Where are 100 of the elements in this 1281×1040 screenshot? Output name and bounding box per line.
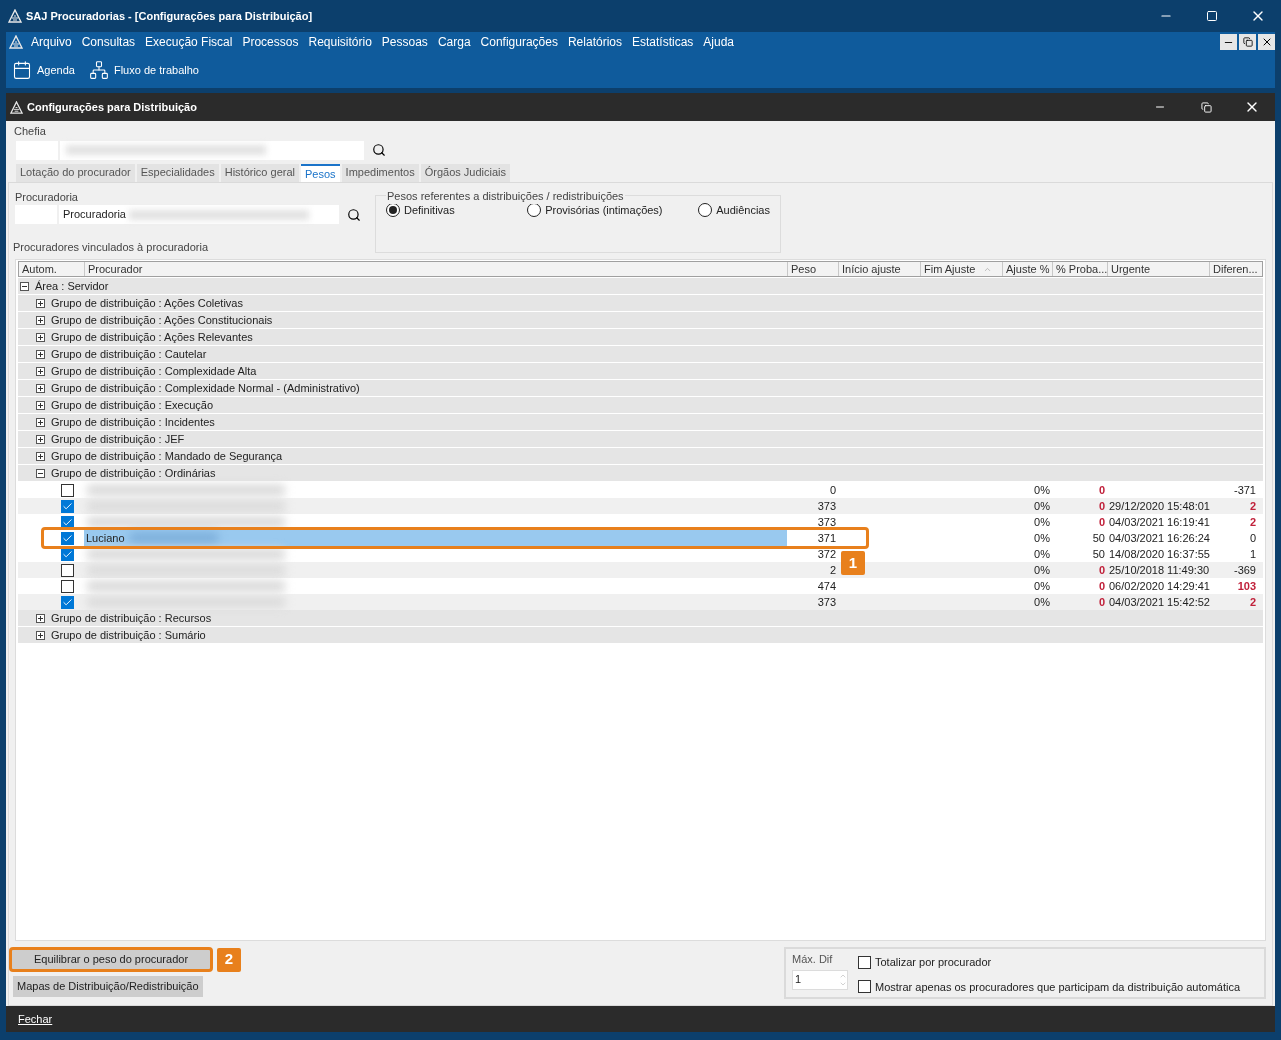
tree-node-label[interactable]: Grupo de distribuição : Complexidade Alta [51, 362, 257, 380]
procuradoria-field[interactable]: Procuradoria [59, 205, 339, 224]
column-header[interactable]: Peso [787, 262, 838, 276]
expand-icon[interactable] [36, 613, 45, 623]
tree-node-label[interactable]: Grupo de distribuição : Mandado de Segurança [51, 447, 283, 465]
menu-item[interactable]: Ajuda [698, 33, 740, 51]
table-cell-text: Luciano [86, 530, 125, 546]
table-cell: 0% [1034, 483, 1050, 496]
tree-node-label[interactable]: Grupo de distribuição : Ações Relevantes [51, 328, 253, 346]
menu-item[interactable]: Pessoas [376, 33, 433, 51]
field-label: Chefia [14, 124, 47, 139]
column-header[interactable]: Procurador [84, 262, 787, 276]
spin-field[interactable]: 1 [792, 969, 848, 990]
table-cell: 0 [1249, 531, 1256, 544]
restore-icon [1200, 101, 1212, 113]
tab[interactable]: Lotação do procurador [16, 163, 135, 182]
column-header[interactable]: Autom. [19, 262, 84, 276]
tree-node-label[interactable]: Grupo de distribuição : Ordinárias [51, 464, 216, 482]
callout-badge: 1 [841, 551, 865, 575]
restore-icon [1242, 37, 1253, 47]
tree-node-label[interactable]: Grupo de distribuição : Recursos [51, 609, 212, 627]
column-header[interactable]: Urgente [1107, 262, 1209, 276]
checkbox[interactable] [61, 579, 74, 593]
tab[interactable]: Especialidades [136, 163, 219, 182]
tree-node-label[interactable]: Grupo de distribuição : Incidentes [51, 413, 215, 431]
tree-node-label[interactable]: Grupo de distribuição : Ações Constitucionais [51, 311, 273, 329]
action-button[interactable]: Mapas de Distribuição/Redistribuição [13, 976, 203, 997]
table-cell: 0 [829, 483, 836, 496]
menu-item[interactable]: Processos [237, 33, 304, 51]
expand-icon[interactable] [36, 434, 45, 444]
menu-item[interactable]: Arquivo [26, 33, 77, 51]
expand-icon[interactable] [36, 451, 45, 461]
section-label: Procuradores vinculados à procuradoria [13, 239, 210, 255]
window-title: Configurações para Distribuição [27, 99, 198, 115]
checkbox[interactable] [61, 531, 74, 545]
expand-icon[interactable] [36, 349, 45, 359]
table-cell: 29/12/2020 15:48:01 [1109, 499, 1210, 512]
menu-item[interactable]: Execução Fiscal [140, 33, 238, 51]
tree-node-label[interactable]: Grupo de distribuição : Sumário [51, 626, 206, 644]
flowchart-icon [88, 60, 109, 80]
column-header[interactable]: Fim Ajuste [920, 262, 1002, 276]
expand-icon[interactable] [36, 417, 45, 427]
tree-node-label[interactable]: Grupo de distribuição : Ações Coletivas [51, 294, 243, 312]
expand-icon[interactable] [36, 366, 45, 376]
radio-button[interactable] [698, 202, 713, 217]
callout-badge: 2 [217, 947, 241, 972]
expand-icon[interactable] [36, 315, 45, 325]
checkbox[interactable] [61, 563, 74, 577]
menu-item[interactable]: Consultas [76, 33, 141, 51]
logo-icon [10, 100, 23, 114]
table-cell: 2 [1249, 595, 1256, 608]
tree-node-label[interactable]: Grupo de distribuição : JEF [51, 430, 185, 448]
search-icon[interactable] [347, 207, 361, 222]
checkbox[interactable] [61, 499, 74, 513]
menu-item[interactable]: Estatísticas [627, 33, 699, 51]
table-row[interactable]: 373 0% 0 04/03/2021 15:42:52 2 [18, 594, 1263, 610]
checkbox[interactable] [858, 980, 871, 994]
field-label: Máx. Dif [792, 952, 834, 967]
checkbox[interactable] [858, 955, 871, 969]
restore-button[interactable] [1239, 34, 1256, 50]
menu-item[interactable]: Requisitório [303, 33, 377, 51]
table-cell: 0% [1034, 547, 1050, 560]
checkbox[interactable] [61, 595, 74, 609]
menu-item[interactable]: Configurações [475, 33, 563, 51]
table-cell: 373 [817, 595, 836, 608]
tab[interactable]: Pesos [301, 163, 340, 182]
close-button[interactable]: Fechar [18, 1010, 53, 1028]
close-button[interactable] [1258, 34, 1275, 50]
column-header[interactable]: Diferen... [1209, 262, 1258, 276]
table-cell: -371 [1233, 483, 1256, 496]
collapse-icon[interactable] [20, 281, 29, 291]
tree-node-label[interactable]: Grupo de distribuição : Execução [51, 396, 214, 414]
checkbox[interactable] [61, 483, 74, 497]
menu-item[interactable]: Carga [432, 33, 476, 51]
tab[interactable]: Histórico geral [220, 163, 299, 182]
column-header[interactable]: Ajuste % [1002, 262, 1052, 276]
expand-icon[interactable] [36, 630, 45, 640]
table-cell: 0% [1034, 515, 1050, 528]
toolbar-button[interactable]: Agenda [12, 60, 75, 80]
checkbox-label: Totalizar por procurador [875, 955, 992, 970]
search-icon[interactable] [372, 143, 386, 157]
minimize-button[interactable] [1220, 34, 1237, 50]
table-cell: 0% [1034, 595, 1050, 608]
action-button[interactable]: Equilibrar o peso do procurador [9, 947, 213, 972]
toolbar-button[interactable]: Fluxo de trabalho [88, 60, 199, 80]
column-header[interactable]: % Proba... [1052, 262, 1107, 276]
tab[interactable]: Órgãos Judiciais [420, 163, 510, 182]
table-row[interactable]: 373 0% 0 29/12/2020 15:48:01 2 [18, 498, 1263, 514]
expand-icon[interactable] [36, 332, 45, 342]
tree-node-label[interactable]: Área : Servidor [35, 277, 109, 295]
collapse-icon[interactable] [36, 468, 45, 478]
expand-icon[interactable] [36, 383, 45, 393]
menu-item[interactable]: Relatórios [562, 33, 627, 51]
chefia-field[interactable] [60, 140, 364, 160]
column-header[interactable]: Início ajuste [838, 262, 920, 276]
expand-icon[interactable] [36, 298, 45, 308]
expand-icon[interactable] [36, 400, 45, 410]
tab[interactable]: Impedimentos [341, 163, 419, 182]
sort-icon [983, 265, 992, 274]
tree-node-label[interactable]: Grupo de distribuição : Cautelar [51, 345, 207, 363]
